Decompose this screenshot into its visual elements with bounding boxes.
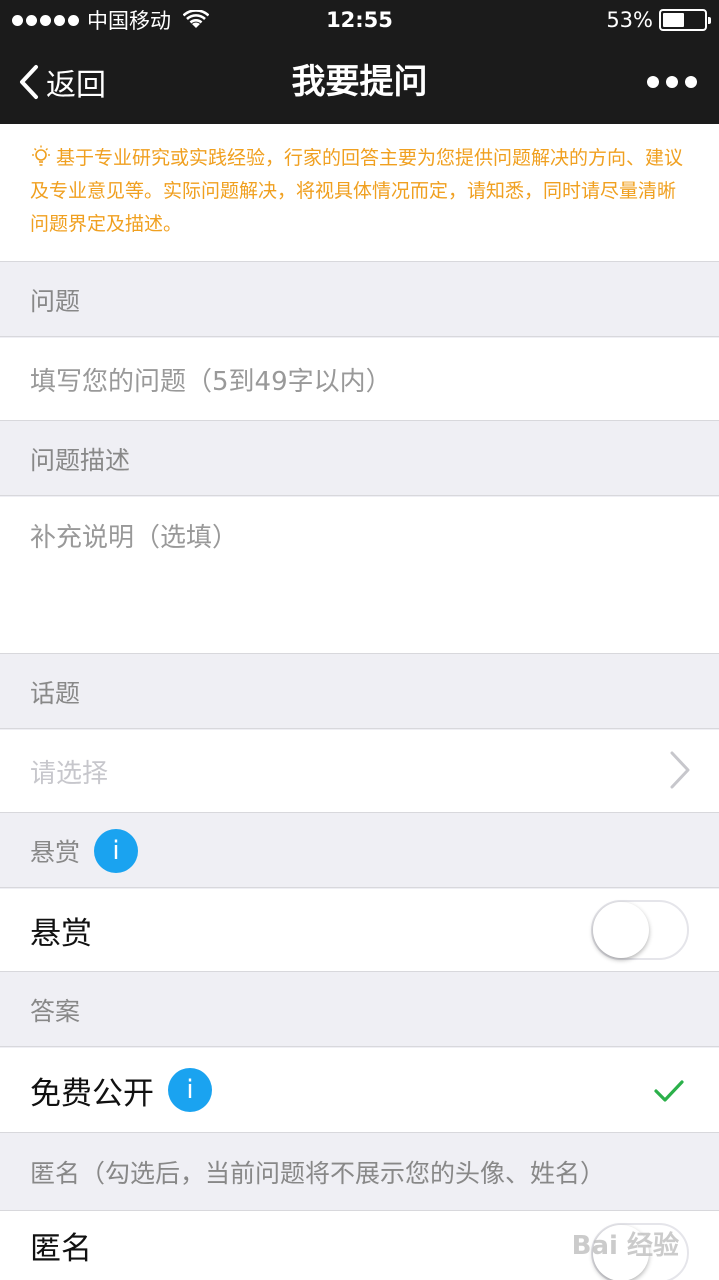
battery-fill (663, 13, 685, 27)
toggle-knob (593, 902, 649, 958)
status-right: 53% (606, 6, 711, 34)
section-header-reward: 悬赏 i (0, 814, 719, 888)
lightbulb-icon (32, 145, 50, 166)
description-placeholder: 补充说明（选填） (30, 523, 239, 553)
anonymous-row: 匿名 Bai 经验 (0, 1211, 719, 1280)
question-input[interactable]: 填写您的问题（5到49字以内） (0, 338, 719, 421)
answer-header-label: 答案 (30, 996, 81, 1026)
description-textarea[interactable]: 补充说明（选填） (0, 497, 719, 654)
battery-percentage: 53% (606, 8, 653, 32)
reward-row-label: 悬赏 (30, 915, 92, 952)
notice-text: 基于专业研究或实践经验，行家的回答主要为您提供问题解决的方向、建议及专业意见等。… (30, 147, 684, 235)
question-header-label: 问题 (30, 286, 81, 316)
answer-info-icon[interactable]: i (168, 1068, 212, 1112)
topic-header-label: 话题 (30, 678, 81, 708)
answer-row-label: 免费公开 (30, 1075, 154, 1112)
notice-banner: 基于专业研究或实践经验，行家的回答主要为您提供问题解决的方向、建议及专业意见等。… (0, 124, 719, 262)
reward-toggle[interactable] (591, 900, 689, 960)
description-header-label: 问题描述 (30, 445, 131, 475)
chevron-right-icon (670, 751, 690, 789)
anonymous-row-label: 匿名 (30, 1231, 92, 1267)
reward-header-label: 悬赏 (30, 837, 81, 867)
navigation-bar: 返回 我要提问 (0, 40, 719, 124)
more-options-icon[interactable] (647, 70, 697, 94)
watermark-logo: Bai 经验 (571, 1231, 679, 1261)
section-header-question: 问题 (0, 263, 719, 337)
page-title: 我要提问 (291, 62, 428, 102)
section-header-anonymous: 匿名（勾选后，当前问题将不展示您的头像、姓名） (0, 1134, 719, 1211)
battery-icon (659, 9, 711, 31)
checkmark-icon (654, 1080, 684, 1102)
reward-info-icon[interactable]: i (94, 828, 139, 873)
topic-selector[interactable]: 请选择 (0, 730, 719, 813)
section-header-topic: 话题 (0, 655, 719, 729)
notice-paragraph: 基于专业研究或实践经验，行家的回答主要为您提供问题解决的方向、建议及专业意见等。… (30, 142, 689, 241)
status-bar: 中国移动 12:55 53% (0, 0, 719, 40)
topic-placeholder: 请选择 (30, 758, 109, 789)
section-header-description: 问题描述 (0, 422, 719, 496)
reward-row: 悬赏 (0, 889, 719, 972)
answer-option-free-public[interactable]: 免费公开 i (0, 1048, 719, 1133)
question-placeholder: 填写您的问题（5到49字以内） (30, 366, 392, 397)
anonymous-header-label: 匿名（勾选后，当前问题将不展示您的头像、姓名） (30, 1159, 606, 1188)
section-header-answer: 答案 (0, 973, 719, 1047)
